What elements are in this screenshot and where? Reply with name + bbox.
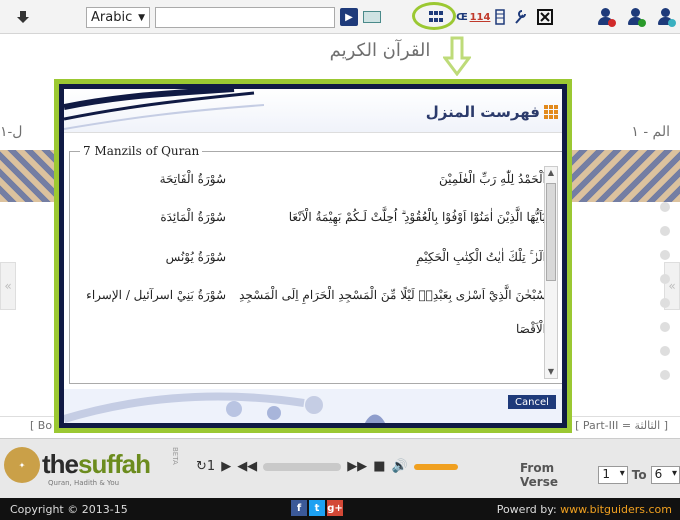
manzil-surah-name: سُوْرَةُ الْفَاتِحَة: [159, 172, 226, 186]
copyright-text: Copyright © 2013-15: [10, 503, 128, 516]
keyboard-icon[interactable]: [363, 11, 381, 23]
to-verse-value: 6: [654, 467, 663, 481]
language-select-value: Arabic: [91, 10, 133, 25]
suffah-logo-seal: ✦: [4, 447, 40, 483]
beta-label: BETA: [171, 447, 179, 465]
cancel-button[interactable]: Cancel: [508, 395, 556, 409]
from-verse-select[interactable]: 1: [598, 466, 628, 484]
manzil-dialog: فهرست المنزل 7 Manzils of Quran اَلْحَمْ…: [54, 79, 572, 433]
manzil-surah-name: سُوْرَةُ بَنِيْ اسرآئيل / الإسراء: [86, 288, 226, 302]
list-scrollbar[interactable]: ▲ ▼: [544, 166, 558, 379]
brand-tagline: Quran, Hadith & You: [48, 479, 120, 487]
playback-progress-track[interactable]: [263, 462, 342, 471]
manzil-start-ayah: سُبْحٰنَ الَّذِيْٓ اَسْرٰى بِعَبْدِهٖ لَ…: [239, 288, 546, 302]
search-input[interactable]: [155, 7, 335, 28]
manzil-start-ayah: الْاَقْصَا: [516, 322, 546, 336]
play-icon[interactable]: ▶: [221, 459, 231, 474]
manzil-start-ayah: يٰٓاَيُّهَا الَّذِيْنَ اٰمَنُوْٓا اَوْفُ…: [288, 210, 546, 224]
chevron-down-icon: ▼: [138, 12, 145, 23]
manzil-start-ayah: الٓرٰ ۚ تِلْكَ اٰيٰتُ الْكِتٰبِ الْحَكِي…: [416, 250, 546, 264]
page: Arabic ▼ ▶ Œ 114 القرآن الكريم ل-١ الم -…: [0, 0, 680, 520]
verse-range-selector: From Verse 1 To 6: [520, 461, 680, 489]
download-arrow-icon[interactable]: [14, 9, 32, 25]
header-swoosh-decoration: [64, 89, 264, 130]
scroll-down-icon[interactable]: ▼: [545, 366, 557, 378]
repeat-count: 1: [206, 459, 216, 474]
add-user-icon[interactable]: [626, 6, 646, 28]
manzil-list-legend: 7 Manzils of Quran: [80, 144, 203, 158]
manzil-menu-grid-icon[interactable]: [428, 9, 444, 23]
language-select[interactable]: Arabic ▼: [86, 7, 150, 28]
user-actions: [596, 6, 676, 28]
fast-forward-icon[interactable]: ▶▶: [347, 459, 367, 474]
settings-wrench-icon[interactable]: [512, 8, 528, 26]
facebook-icon[interactable]: f: [291, 500, 307, 516]
manzil-list-group: 7 Manzils of Quran اَلْحَمْدُ لِلّٰهِ رَ…: [69, 144, 562, 384]
language-toggle-icon[interactable]: Œ: [456, 8, 468, 26]
dialog-body: فهرست المنزل 7 Manzils of Quran اَلْحَمْ…: [64, 89, 562, 423]
bookmark-icon[interactable]: [494, 8, 506, 26]
grid-menu-icon: [544, 105, 558, 119]
to-label: To: [631, 468, 647, 482]
volume-icon[interactable]: 🔊: [391, 459, 407, 474]
scrollbar-thumb[interactable]: [546, 183, 556, 281]
manzil-surah-name: سُوْرَةُ يُوْنُس: [165, 250, 226, 264]
to-verse-select[interactable]: 6: [650, 466, 680, 484]
floral-decoration: [64, 392, 385, 423]
from-verse-value: 1: [602, 467, 611, 481]
playback-controls: ↻1 ▶ ◀◀ ▶▶ ■ 🔊: [196, 459, 458, 474]
brand-word-suffah: suffah: [78, 449, 151, 479]
google-plus-icon[interactable]: g+: [327, 500, 343, 516]
dialog-header: فهرست المنزل: [64, 89, 562, 133]
fullscreen-icon[interactable]: [536, 8, 554, 26]
audio-player-bar: ✦ thesuffah Quran, Hadith & You BETA ↻1 …: [0, 438, 680, 498]
brand-logo: thesuffah: [42, 449, 151, 480]
rewind-icon[interactable]: ◀◀: [237, 459, 257, 474]
manzil-start-ayah: اَلْحَمْدُ لِلّٰهِ رَبِّ الْعٰلَمِيْنَ: [438, 172, 546, 186]
footer: Copyright © 2013-15 f t g+ Powerd by: ww…: [0, 498, 680, 520]
top-toolbar: Arabic ▼ ▶ Œ 114: [0, 0, 680, 34]
powered-by: Powerd by: www.bitguiders.com: [497, 503, 672, 516]
powered-by-label: Powerd by:: [496, 503, 557, 516]
login-user-icon[interactable]: [656, 6, 676, 28]
stop-icon[interactable]: ■: [373, 459, 385, 474]
dialog-title: فهرست المنزل: [425, 103, 540, 121]
social-links: f t g+: [291, 500, 343, 516]
remove-user-icon[interactable]: [596, 6, 616, 28]
powered-by-link[interactable]: www.bitguiders.com: [560, 503, 672, 516]
manzil-list: اَلْحَمْدُ لِلّٰهِ رَبِّ الْعٰلَمِيْنَ س…: [76, 162, 546, 380]
search-button[interactable]: ▶: [340, 8, 358, 26]
manzil-surah-name: سُوْرَةُ الْمَائِدَة: [160, 210, 226, 224]
twitter-icon[interactable]: t: [309, 500, 325, 516]
repeat-icon[interactable]: ↻1: [196, 459, 215, 474]
scroll-up-icon[interactable]: ▲: [545, 167, 557, 179]
dialog-footer: Cancel: [64, 389, 562, 423]
volume-slider[interactable]: [413, 463, 458, 470]
surah-index-icon[interactable]: 114: [470, 8, 491, 26]
from-verse-label: From Verse: [520, 461, 558, 489]
brand-word-the: the: [42, 449, 79, 479]
